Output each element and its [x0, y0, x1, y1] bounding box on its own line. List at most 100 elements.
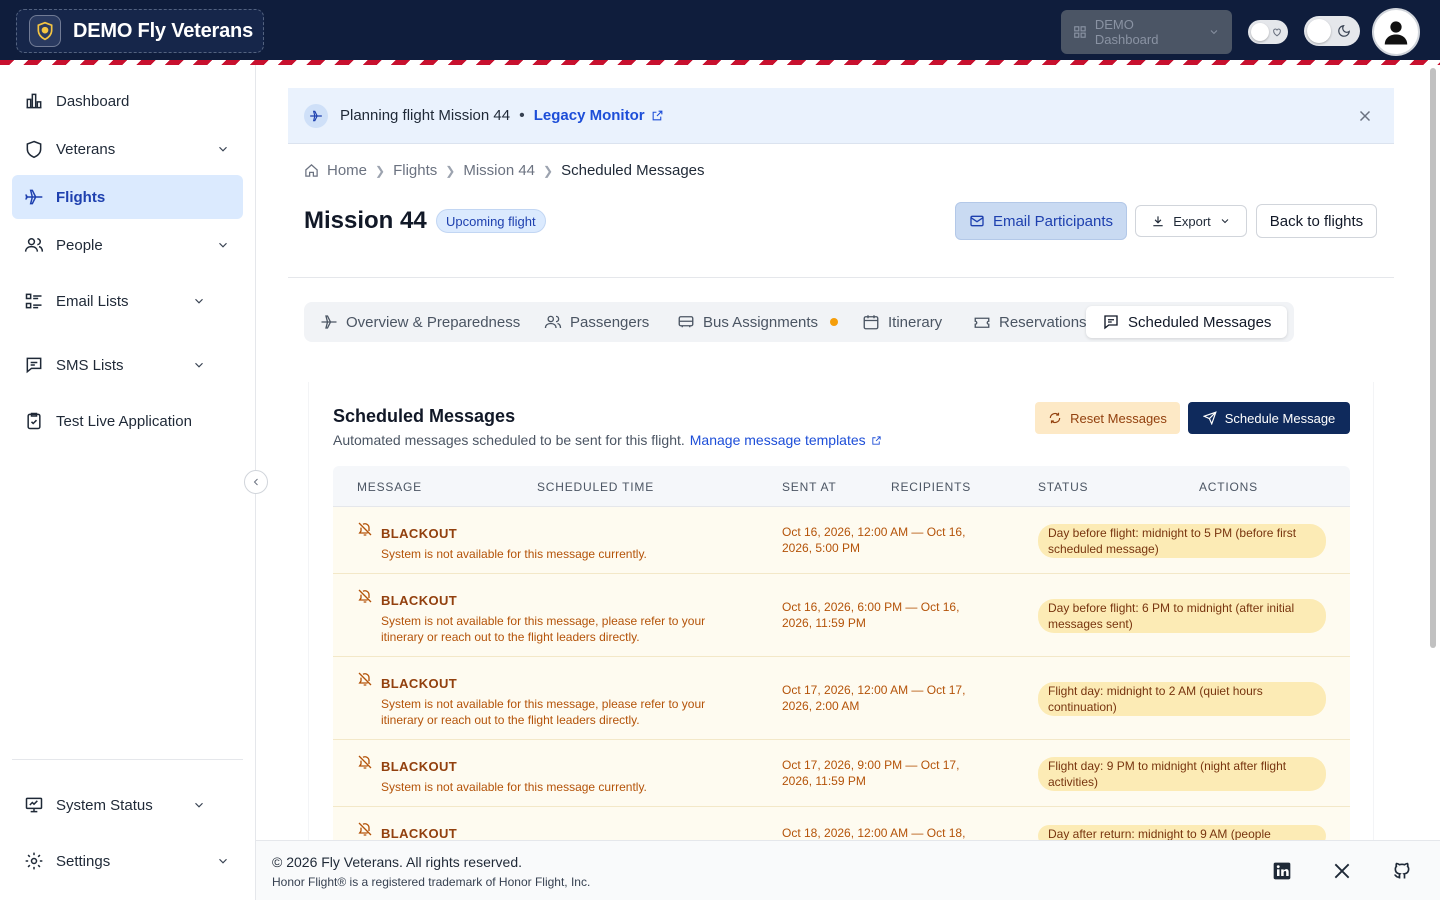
footer: © 2026 Fly Veterans. All rights reserved…	[256, 840, 1440, 900]
blackout-description: System is not available for this message…	[381, 547, 647, 561]
tab-label: Reservations	[999, 313, 1087, 331]
github-icon[interactable]	[1392, 861, 1412, 881]
sidebar-item-veterans[interactable]: Veterans	[12, 127, 243, 171]
blackout-title: BLACKOUT	[381, 759, 458, 774]
column-header: STATUS	[1038, 480, 1089, 494]
breadcrumb-flights[interactable]: Flights	[393, 162, 437, 179]
banner-text: Planning flight Mission 44	[340, 107, 511, 124]
sidebar-item-email-lists[interactable]: Email Lists	[12, 279, 243, 323]
legacy-monitor-label: Legacy Monitor	[533, 107, 645, 124]
manage-templates-link[interactable]: Manage message templates	[690, 432, 866, 448]
schedule-message-label: Schedule Message	[1224, 410, 1336, 426]
scheduled-messages-card: Scheduled Messages Automated messages sc…	[308, 382, 1374, 847]
toggle-knob	[1251, 23, 1269, 41]
banner-separator: •	[519, 106, 525, 124]
message-icon	[1104, 315, 1118, 330]
tab-passengers[interactable]: Passengers	[544, 306, 649, 338]
legacy-monitor-link[interactable]: Legacy Monitor	[534, 107, 664, 124]
chevron-down-icon	[195, 298, 203, 304]
schedule-message-button[interactable]: Schedule Message	[1188, 402, 1350, 434]
sidebar-item-settings[interactable]: Settings	[12, 839, 243, 883]
chevron-down-icon	[195, 362, 203, 368]
bell-off-icon	[358, 672, 372, 686]
breadcrumb-mission[interactable]: Mission 44	[463, 162, 535, 179]
brand[interactable]: DEMO Fly Veterans	[16, 9, 264, 53]
shield-logo-icon	[29, 15, 61, 47]
sidebar-item-sms-lists[interactable]: SMS Lists	[12, 343, 243, 387]
messages-table: MESSAGE SCHEDULED TIME SENT AT RECIPIENT…	[333, 466, 1350, 847]
column-header: MESSAGE	[357, 480, 422, 494]
column-header: SCHEDULED TIME	[537, 480, 654, 494]
sidebar-item-label: Email Lists	[56, 292, 129, 310]
message-icon	[26, 357, 42, 374]
bell-off-icon	[358, 755, 372, 769]
status-pill: Day before flight: midnight to 5 PM (bef…	[1038, 524, 1326, 558]
sidebar-item-system-status[interactable]: System Status	[12, 783, 243, 827]
sidebar-item-flights[interactable]: Flights	[12, 175, 243, 219]
sidebar-item-dashboard[interactable]: Dashboard	[12, 79, 243, 123]
brand-name: DEMO Fly Veterans	[73, 19, 253, 42]
status-pill: Flight day: midnight to 2 AM (quiet hour…	[1038, 682, 1326, 716]
page-scrollbar[interactable]	[1428, 66, 1438, 648]
breadcrumb: Home ❯ Flights ❯ Mission 44 ❯ Scheduled …	[304, 162, 705, 179]
dashboard-select[interactable]: DEMO Dashboard	[1061, 10, 1232, 54]
sent-at: Oct 18, 2026, 12:00 AM — Oct 18,	[782, 826, 966, 840]
user-icon	[1384, 21, 1408, 45]
chevron-down-icon	[1210, 30, 1218, 35]
users-icon	[24, 238, 44, 252]
tab-bus-assignments[interactable]: Bus Assignments	[677, 306, 839, 338]
chart-bar-icon	[26, 93, 42, 109]
close-icon[interactable]	[1356, 107, 1374, 125]
home-icon	[305, 164, 318, 177]
top-bar: DEMO Fly Veterans DEMO Dashboard	[0, 0, 1440, 60]
dark-mode-toggle[interactable]	[1304, 16, 1360, 46]
tab-scheduled-messages[interactable]: Scheduled Messages	[1086, 306, 1288, 338]
user-avatar[interactable]	[1372, 8, 1420, 56]
column-header: SENT AT	[782, 480, 837, 494]
breadcrumb-current: Scheduled Messages	[561, 162, 705, 179]
grid-icon	[1074, 26, 1086, 38]
send-icon	[1202, 411, 1217, 425]
blackout-description: System is not available for this message…	[381, 780, 647, 794]
export-label: Export	[1173, 213, 1211, 229]
export-button[interactable]: Export	[1135, 205, 1247, 237]
sidebar-item-label: Flights	[56, 188, 106, 206]
column-header: ACTIONS	[1199, 480, 1258, 494]
chevron-down-icon	[195, 802, 203, 808]
scrollbar-thumb[interactable]	[1430, 68, 1436, 648]
sidebar-item-label: Veterans	[56, 140, 116, 158]
plane-icon	[304, 103, 328, 128]
sent-at: Oct 17, 2026, 9:00 PM — Oct 17, 2026, 11…	[782, 758, 960, 788]
table-row: BLACKOUT System is not available for thi…	[333, 507, 1350, 574]
tab-itinerary[interactable]: Itinerary	[862, 306, 942, 338]
tab-reservations[interactable]: Reservations	[973, 306, 1087, 338]
chevron-down-icon	[219, 242, 227, 248]
blackout-title: BLACKOUT	[381, 826, 458, 841]
footer-copyright: © 2026 Fly Veterans. All rights reserved…	[272, 854, 522, 870]
tab-overview[interactable]: Overview & Preparedness	[320, 306, 520, 338]
back-to-flights-button[interactable]: Back to flights	[1256, 204, 1377, 238]
chevron-down-icon	[219, 146, 227, 152]
sidebar-item-people[interactable]: People	[12, 223, 243, 267]
linkedin-icon[interactable]	[1272, 861, 1292, 881]
page-title: Mission 44	[304, 207, 427, 234]
divider	[288, 277, 1394, 278]
tab-label: Passengers	[570, 313, 650, 331]
breadcrumb-separator-icon: ❯	[445, 163, 456, 178]
external-link-icon	[652, 110, 662, 121]
mail-icon	[970, 215, 984, 227]
reset-messages-button[interactable]: Reset Messages	[1035, 402, 1180, 434]
breadcrumb-home[interactable]: Home	[327, 162, 367, 179]
blackout-title: BLACKOUT	[381, 676, 458, 691]
heart-toggle[interactable]	[1248, 20, 1288, 44]
email-participants-button[interactable]: Email Participants	[955, 202, 1127, 240]
blackout-title: BLACKOUT	[381, 593, 458, 608]
status-pill: Flight day: 9 PM to midnight (night afte…	[1038, 757, 1326, 791]
collapse-sidebar-button[interactable]	[244, 470, 268, 494]
x-twitter-icon[interactable]	[1332, 861, 1352, 881]
notification-dot	[830, 318, 839, 326]
sent-at: Oct 16, 2026, 6:00 PM — Oct 16, 2026, 11…	[782, 600, 960, 630]
sidebar-item-test-live-application[interactable]: Test Live Application	[12, 399, 243, 443]
sidebar-item-label: People	[56, 236, 103, 254]
monitor-icon	[25, 797, 43, 813]
